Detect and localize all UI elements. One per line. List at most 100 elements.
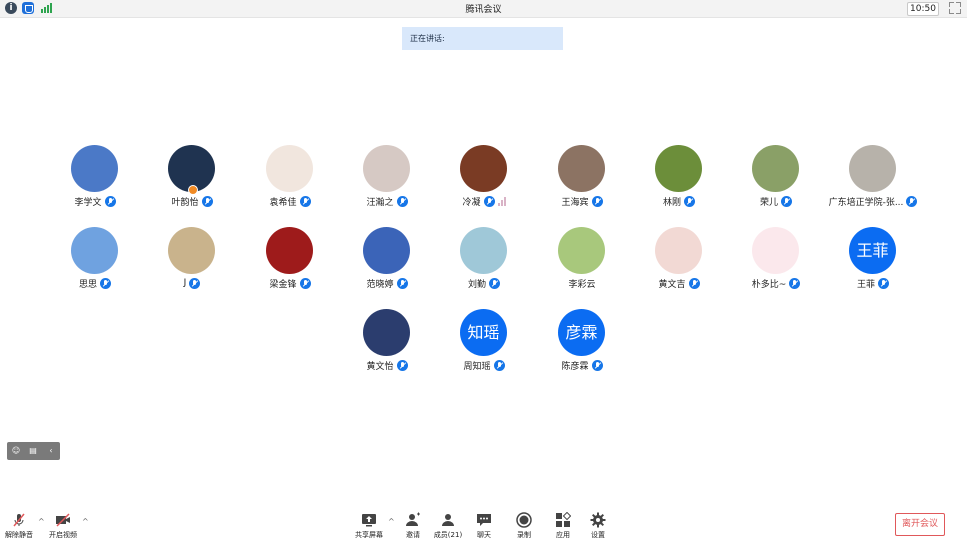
- participant-name-row: 李学文: [47, 194, 143, 208]
- participant-tile[interactable]: 黄文怡: [339, 309, 435, 372]
- apps-icon: [556, 512, 571, 527]
- participant-tile[interactable]: 刘勤: [436, 227, 532, 290]
- mic-muted-icon: [299, 277, 311, 289]
- mic-muted-icon: [878, 277, 889, 289]
- participant-name-row: 黄文怡: [339, 358, 435, 372]
- participant-tile[interactable]: 林刚: [631, 145, 727, 208]
- participant-name-row: 刘勤: [436, 276, 532, 290]
- participant-name: 范晓婷: [366, 279, 394, 290]
- participant-name-row: J: [144, 276, 240, 290]
- avatar: [558, 227, 605, 274]
- mic-muted-icon: [396, 277, 408, 289]
- participant-name-row: 林刚: [631, 194, 727, 208]
- record-icon: [516, 512, 532, 528]
- mic-muted-icon: [591, 359, 603, 371]
- mic-muted-icon: [489, 277, 500, 289]
- mic-muted-icon: [189, 277, 201, 289]
- participant-tile[interactable]: 袁希佳: [242, 145, 338, 208]
- record-button[interactable]: 录制: [502, 512, 546, 542]
- participant-tile[interactable]: 知瑶 周知瑶: [436, 309, 532, 372]
- window-title: 腾讯会议: [465, 5, 502, 15]
- participant-name: 思思: [78, 279, 97, 290]
- collapse-icon[interactable]: ‹: [46, 446, 56, 456]
- floating-control-bar: ☺ ▤ ‹: [7, 442, 60, 460]
- mic-muted-icon: [396, 195, 408, 207]
- chat-button[interactable]: 聊天: [462, 512, 506, 542]
- participant-name-row: 周知瑶: [436, 358, 532, 372]
- participant-name: 袁希佳: [269, 197, 297, 208]
- meeting-clock: 10:50: [907, 2, 939, 16]
- leave-meeting-button[interactable]: 离开会议: [895, 513, 945, 536]
- participant-tile[interactable]: 李彩云: [534, 227, 630, 290]
- avatar: [363, 145, 410, 192]
- emoji-icon[interactable]: ☺: [11, 446, 21, 456]
- avatar: 彦霖: [558, 309, 605, 356]
- unmute-label: 解除静音: [5, 531, 33, 539]
- participant-tile[interactable]: 王海宾: [534, 145, 630, 208]
- participant-name: 梁金锋: [269, 279, 297, 290]
- participant-tile[interactable]: 李学文: [47, 145, 143, 208]
- avatar: [558, 145, 605, 192]
- participant-name: 周知瑶: [463, 361, 491, 372]
- title-bar: i 腾讯会议 10:50: [0, 0, 967, 18]
- participant-name-row: 梁金锋: [242, 276, 338, 290]
- chat-label: 聊天: [477, 531, 491, 539]
- avatar: 知瑶: [460, 309, 507, 356]
- avatar: [849, 145, 896, 192]
- avatar: [71, 227, 118, 274]
- settings-button[interactable]: 设置: [576, 512, 620, 542]
- mic-muted-icon: [906, 195, 918, 207]
- caption-icon[interactable]: ▤: [28, 446, 38, 456]
- gear-icon: [590, 512, 606, 528]
- mic-muted-icon: [100, 277, 111, 289]
- participant-name: 刘勤: [467, 279, 486, 290]
- fullscreen-icon[interactable]: [949, 2, 961, 14]
- participant-name: 林刚: [662, 197, 681, 208]
- avatar: [168, 227, 215, 274]
- mic-muted-icon: [688, 277, 700, 289]
- mic-muted-icon: [493, 359, 505, 371]
- participant-name-row: 王海宾: [534, 194, 630, 208]
- participant-name: 冷凝: [462, 197, 481, 208]
- settings-label: 设置: [591, 531, 605, 539]
- mic-muted-icon: [299, 195, 311, 207]
- participant-tile[interactable]: 彦霖 陈彦霖: [534, 309, 630, 372]
- participant-tile[interactable]: 梁金锋: [242, 227, 338, 290]
- participant-tile[interactable]: 冷凝: [436, 145, 532, 208]
- participant-tile[interactable]: 范晓婷: [339, 227, 435, 290]
- video-options-chevron-icon[interactable]: ^: [82, 518, 89, 526]
- share-screen-button[interactable]: 共享屏幕: [347, 512, 391, 542]
- start-video-label: 开启视频: [49, 531, 77, 539]
- participant-tile[interactable]: 荣儿: [728, 145, 824, 208]
- chat-icon: [477, 514, 491, 526]
- participant-tile[interactable]: 汪瀚之: [339, 145, 435, 208]
- mic-muted-icon: [104, 195, 116, 207]
- participant-name: 王菲: [856, 279, 875, 290]
- mic-muted-icon: [789, 277, 801, 289]
- participant-name-row: 李彩云: [534, 276, 630, 290]
- participant-name-row: 范晓婷: [339, 276, 435, 290]
- participant-tile[interactable]: 朴多比~: [728, 227, 824, 290]
- speaking-indicator: 正在讲话:: [402, 27, 563, 50]
- participant-name: 陈彦霖: [561, 361, 589, 372]
- participant-tile[interactable]: 思思: [47, 227, 143, 290]
- unmute-button[interactable]: 解除静音: [0, 512, 41, 542]
- participant-name-row: 陈彦霖: [534, 358, 630, 372]
- participant-name: 王海宾: [561, 197, 589, 208]
- avatar: [752, 145, 799, 192]
- avatar: [71, 145, 118, 192]
- participant-tile[interactable]: J: [144, 227, 240, 289]
- mic-muted-icon: [483, 195, 495, 207]
- start-video-button[interactable]: 开启视频: [41, 512, 85, 542]
- participant-tile[interactable]: 王菲 王菲: [825, 227, 921, 290]
- mic-muted-icon: [13, 513, 25, 527]
- avatar: [460, 227, 507, 274]
- participant-name: 叶韵怡: [171, 197, 199, 208]
- participant-name: 荣儿: [759, 197, 778, 208]
- participant-tile[interactable]: 广东培正学院-张...: [825, 145, 921, 208]
- participant-name: 李彩云: [568, 279, 596, 290]
- participant-name: 朴多比~: [751, 279, 787, 290]
- participant-tile[interactable]: 叶韵怡: [144, 145, 240, 208]
- participant-name-row: 袁希佳: [242, 194, 338, 208]
- participant-tile[interactable]: 黄文吉: [631, 227, 727, 290]
